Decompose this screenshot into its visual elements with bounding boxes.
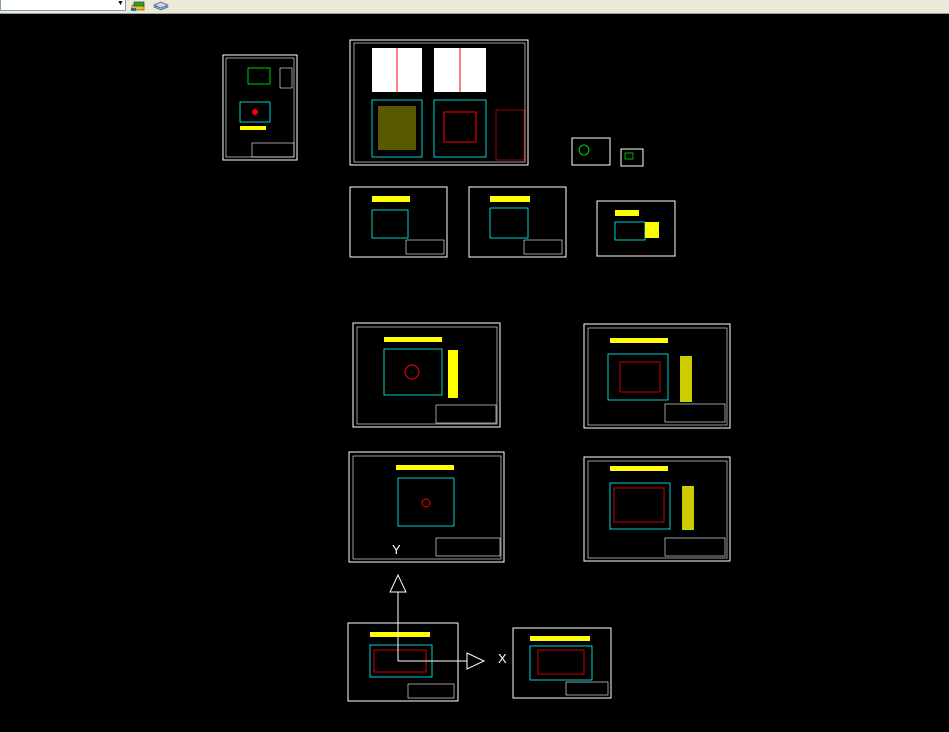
drawing-sheet-6[interactable] xyxy=(468,186,567,258)
drawing-canvas[interactable]: Y X xyxy=(0,14,949,732)
toolbar: ▼ xyxy=(0,0,949,14)
drawing-sheet-11[interactable] xyxy=(583,456,731,562)
drawing-sheet-13[interactable] xyxy=(512,627,612,699)
drawing-sheet-5[interactable] xyxy=(349,186,448,258)
drawing-sheet-10[interactable] xyxy=(348,451,505,563)
drawing-sheet-9[interactable] xyxy=(583,323,731,429)
chevron-down-icon[interactable]: ▼ xyxy=(115,0,126,9)
drawing-sheet-3[interactable] xyxy=(571,137,611,166)
layer-states-icon[interactable] xyxy=(130,0,148,12)
drawing-sheet-12[interactable] xyxy=(347,622,459,702)
layer-stack-icon[interactable] xyxy=(152,0,170,12)
layer-combo[interactable]: ▼ xyxy=(0,0,126,11)
drawing-sheet-8[interactable] xyxy=(352,322,501,428)
ucs-x-label: X xyxy=(498,651,507,666)
drawing-sheet-1[interactable] xyxy=(222,54,298,161)
ucs-icon xyxy=(389,573,486,670)
drawing-sheet-2[interactable] xyxy=(349,39,529,166)
drawing-sheet-4[interactable] xyxy=(620,148,644,167)
drawing-sheet-7[interactable] xyxy=(596,200,676,257)
ucs-y-label: Y xyxy=(392,542,401,557)
model-space xyxy=(222,39,731,702)
